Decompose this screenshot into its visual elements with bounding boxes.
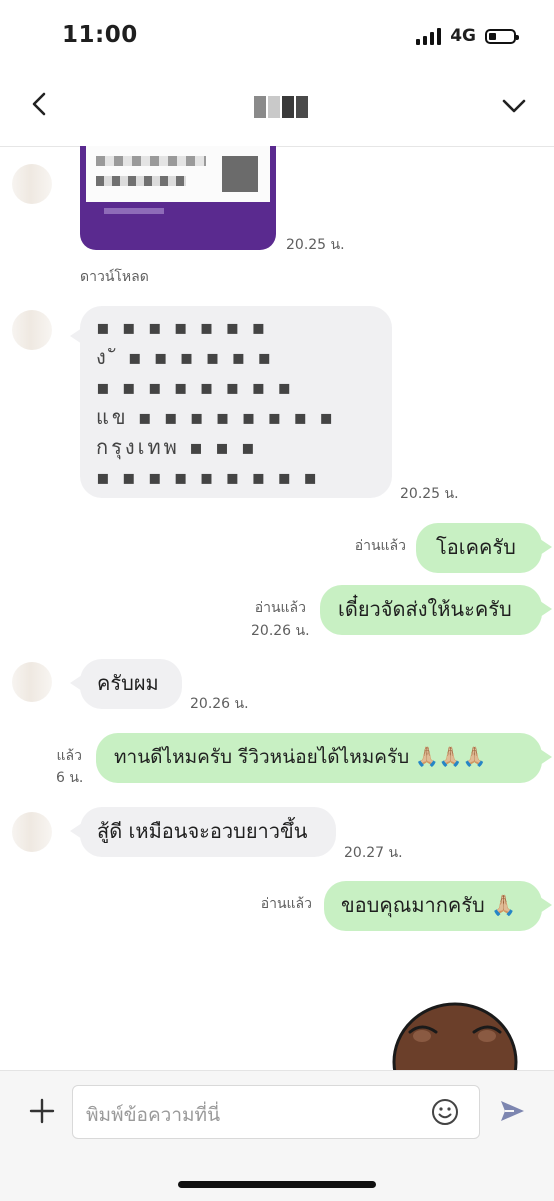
message-text: โอเคครับ <box>436 535 516 559</box>
outgoing-message[interactable]: ขอบคุณมากครับ 🙏🏼 <box>324 881 552 931</box>
address-text-blurred: ▪ ▪ ▪ ▪ ▪ ▪ ▪ ง ั ▪ ▪ ▪ ▪ ▪ ▪ ▪ ▪ ▪ ▪ ▪ … <box>96 312 336 492</box>
address-line: ▪ ▪ ▪ ▪ ▪ ▪ ▪ <box>96 315 269 339</box>
message-time: 20.26 น. <box>251 623 310 639</box>
battery-icon <box>485 28 519 44</box>
address-line: กรุงเทพ ▪ ▪ ▪ <box>96 435 258 459</box>
message-time: 20.25 น. <box>400 486 459 502</box>
address-line: ▪ ▪ ▪ ▪ ▪ ▪ ▪ ▪ ▪ <box>96 465 320 489</box>
read-receipt: อ่านแล้ว <box>260 896 312 912</box>
smiley-icon[interactable] <box>431 1098 459 1126</box>
outgoing-message[interactable]: ทานดีไหมครับ รีวิวหน่อยได้ไหมครับ 🙏🏼🙏🏼🙏🏼 <box>96 733 552 783</box>
read-receipt: แล้ว <box>56 748 82 764</box>
avatar <box>12 662 52 702</box>
status-time: 11:00 <box>62 22 138 48</box>
message-time: 20.26 น. <box>190 696 249 712</box>
address-line: ง ั ▪ ▪ ▪ ▪ ▪ ▪ <box>96 345 274 369</box>
avatar <box>12 164 52 204</box>
incoming-message[interactable]: สู้ดี เหมือนจะอวบยาวขึ้น <box>70 807 336 857</box>
sticker-bear-icon <box>392 1002 518 1074</box>
message-input[interactable]: พิมพ์ข้อความที่นี่ <box>72 1085 480 1139</box>
contact-name-blurred <box>254 96 308 118</box>
chat-header: ▪▪▪ <box>0 72 554 147</box>
outgoing-message[interactable]: โอเคครับ <box>416 523 552 573</box>
read-receipt: อ่านแล้ว <box>254 600 306 616</box>
incoming-message[interactable]: ครับผม <box>70 659 182 709</box>
message-text: ทานดีไหมครับ รีวิวหน่อยได้ไหมครับ 🙏🏼🙏🏼🙏🏼 <box>114 746 487 768</box>
message-composer: พิมพ์ข้อความที่นี่ <box>0 1070 554 1201</box>
signal-icon <box>416 27 442 45</box>
message-input-placeholder: พิมพ์ข้อความที่นี่ <box>86 1104 221 1126</box>
message-text: เดี๋ยวจัดส่งให้นะครับ <box>338 597 512 621</box>
message-time: 20.27 น. <box>344 845 403 861</box>
status-bar: 11:00 4G <box>0 0 554 72</box>
network-type: 4G <box>450 26 476 46</box>
download-link[interactable]: ดาวน์โหลด <box>80 266 149 288</box>
address-line: แข ▪ ▪ ▪ ▪ ▪ ▪ ▪ ▪ <box>96 405 336 429</box>
home-indicator <box>178 1181 376 1188</box>
message-text: ครับผม <box>97 671 159 695</box>
message-time: 6 น. <box>56 770 84 786</box>
send-icon[interactable] <box>498 1097 526 1125</box>
plus-icon[interactable] <box>28 1097 56 1125</box>
outgoing-message[interactable]: เดี๋ยวจัดส่งให้นะครับ <box>320 585 552 635</box>
message-time: 20.25 น. <box>286 237 345 253</box>
read-receipt: อ่านแล้ว <box>354 538 406 554</box>
address-line: ▪ ▪ ▪ ▪ ▪ ▪ ▪ ▪ <box>96 375 294 399</box>
message-text: สู้ดี เหมือนจะอวบยาวขึ้น <box>97 819 308 843</box>
image-message[interactable] <box>80 146 276 250</box>
address-message[interactable]: ▪ ▪ ▪ ▪ ▪ ▪ ▪ ง ั ▪ ▪ ▪ ▪ ▪ ▪ ▪ ▪ ▪ ▪ ▪ … <box>70 306 392 498</box>
avatar <box>12 310 52 350</box>
message-text: ขอบคุณมากครับ 🙏🏼 <box>341 893 516 917</box>
status-indicators: 4G <box>416 26 519 46</box>
avatar <box>12 812 52 852</box>
chevron-down-icon[interactable] <box>500 92 528 120</box>
back-chevron-icon[interactable] <box>26 90 54 118</box>
image-content-blurred <box>86 146 270 202</box>
